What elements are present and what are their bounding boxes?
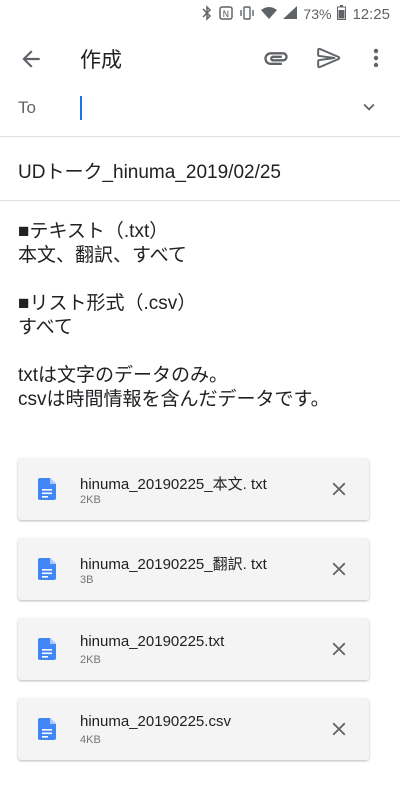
- attachment-name: hinuma_20190225.txt: [80, 633, 225, 650]
- attachment-size: 2KB: [80, 654, 101, 666]
- attachment-size: 2KB: [80, 494, 101, 506]
- body-line: csvは時間情報を含んだデータです。: [18, 389, 330, 410]
- body-line: txtは文字のデータのみ。: [18, 365, 229, 386]
- status-icons: N 73% 12:25: [201, 4, 390, 24]
- attach-button[interactable]: [262, 44, 290, 72]
- app-bar: 作成: [0, 28, 400, 88]
- remove-attachment-button[interactable]: [328, 478, 350, 500]
- to-input[interactable]: [80, 96, 82, 120]
- status-bar: N 73% 12:25: [0, 0, 400, 28]
- subject-row: UDトーク_hinuma_2019/02/25: [0, 136, 400, 201]
- battery-percent: 73%: [303, 6, 332, 22]
- attachment-card[interactable]: hinuma_20190225.txt 2KB: [18, 618, 369, 680]
- attachment-card[interactable]: hinuma_20190225_翻訳. txt 3B: [18, 538, 369, 600]
- attachment-name: hinuma_20190225_翻訳. txt: [80, 556, 267, 573]
- document-icon: [38, 558, 56, 580]
- more-vert-icon: [373, 48, 379, 68]
- body-line: [18, 340, 388, 364]
- remove-attachment-button[interactable]: [328, 638, 350, 660]
- body-line: [18, 268, 388, 292]
- battery-icon: [337, 5, 347, 23]
- send-button[interactable]: [316, 45, 342, 71]
- bluetooth-icon: [201, 4, 213, 24]
- back-button[interactable]: [18, 46, 44, 72]
- document-icon: [38, 718, 56, 740]
- expand-recipients-button[interactable]: [358, 96, 380, 118]
- attachment-list: hinuma_20190225_本文. txt 2KB hinuma_20190…: [18, 458, 369, 778]
- wifi-icon: [261, 6, 278, 22]
- attachment-name: hinuma_20190225.csv: [80, 713, 231, 730]
- nfc-icon: N: [219, 5, 234, 23]
- attachment-card[interactable]: hinuma_20190225.csv 4KB: [18, 698, 369, 760]
- back-arrow-icon: [22, 50, 40, 68]
- remove-attachment-button[interactable]: [328, 558, 350, 580]
- attachment-size: 4KB: [80, 734, 101, 746]
- message-body[interactable]: ■テキスト（.txt） 本文、翻訳、すべて ■リスト形式（.csv） すべて t…: [18, 220, 388, 412]
- document-icon: [38, 638, 56, 660]
- more-options-button[interactable]: [364, 44, 388, 72]
- to-label: To: [18, 98, 36, 117]
- send-icon: [317, 47, 341, 69]
- close-icon: [332, 562, 346, 576]
- body-line: ■テキスト（.txt）: [18, 221, 169, 242]
- close-icon: [332, 642, 346, 656]
- document-icon: [38, 478, 56, 500]
- status-time: 12:25: [352, 5, 390, 23]
- attachment-size: 3B: [80, 574, 94, 586]
- close-icon: [332, 482, 346, 496]
- body-line: ■リスト形式（.csv）: [18, 293, 197, 314]
- body-line: 本文、翻訳、すべて: [18, 245, 187, 266]
- attachment-card[interactable]: hinuma_20190225_本文. txt 2KB: [18, 458, 369, 520]
- subject-field[interactable]: UDトーク_hinuma_2019/02/25: [18, 157, 281, 184]
- paperclip-icon: [264, 52, 288, 65]
- attachment-name: hinuma_20190225_本文. txt: [80, 476, 267, 493]
- svg-text:N: N: [223, 10, 230, 20]
- to-field-row: To: [0, 88, 400, 137]
- signal-icon: [283, 6, 298, 22]
- close-icon: [332, 722, 346, 736]
- page-title: 作成: [80, 49, 122, 72]
- remove-attachment-button[interactable]: [328, 718, 350, 740]
- body-line: すべて: [18, 317, 73, 338]
- vibrate-icon: [239, 5, 255, 23]
- chevron-down-icon: [363, 103, 375, 111]
